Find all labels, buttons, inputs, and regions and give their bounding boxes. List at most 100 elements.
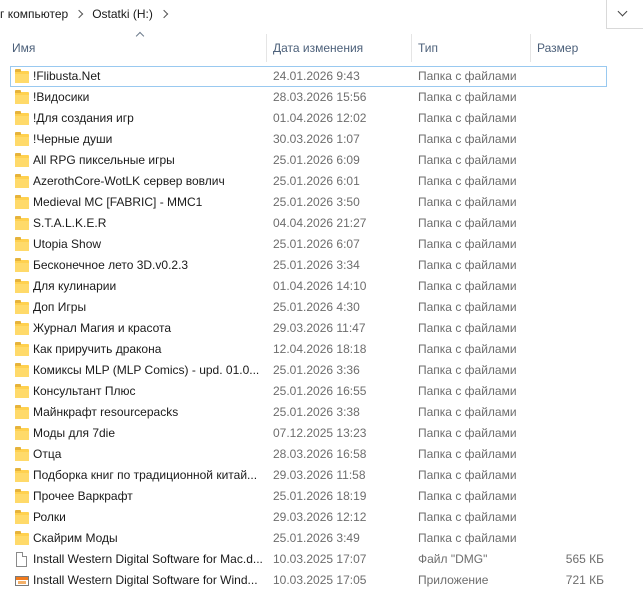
file-name: Отца bbox=[33, 447, 62, 461]
file-row[interactable]: !Для создания игр 01.04.2026 12:02 Папка с… bbox=[10, 108, 607, 129]
column-header-size[interactable]: Размер bbox=[530, 34, 643, 62]
file-type: Папка с файлами bbox=[418, 111, 517, 125]
column-header-row: Имя Дата изменения Тип Размер bbox=[0, 34, 643, 62]
file-name: Medieval MC [FABRIC] - MMC1 bbox=[33, 195, 203, 209]
file-row[interactable]: Майнкрафт resourcepacks 25.01.2026 3:38 Па… bbox=[10, 402, 607, 423]
file-row[interactable]: Как приручить дракона 12.04.2026 18:18 Пап… bbox=[10, 339, 607, 360]
file-name: Install Western Digital Software for Mac… bbox=[33, 552, 263, 566]
file-date-modified: 29.03.2026 11:58 bbox=[273, 468, 366, 482]
file-row[interactable]: !Видосики 28.03.2026 15:56 Папка с файлами bbox=[10, 87, 607, 108]
file-row[interactable]: Utopia Show 25.01.2026 6:07 Папка с файлам… bbox=[10, 234, 607, 255]
file-name: Консультант Плюс bbox=[33, 384, 136, 398]
file-size bbox=[538, 466, 604, 485]
file-row[interactable]: Бесконечное лето 3D.v0.2.3 25.01.2026 3:3… bbox=[10, 255, 607, 276]
folder-icon bbox=[15, 363, 29, 377]
folder-icon bbox=[15, 489, 29, 503]
file-row[interactable]: Подборка книг по традиционной китай... 29… bbox=[10, 465, 607, 486]
file-name: Для кулинарии bbox=[33, 279, 117, 293]
file-date-modified: 29.03.2026 12:12 bbox=[273, 510, 367, 524]
file-type: Файл "DMG" bbox=[418, 552, 488, 566]
folder-icon bbox=[15, 174, 29, 188]
file-date-modified: 04.04.2026 21:27 bbox=[273, 216, 367, 230]
column-header-type[interactable]: Тип bbox=[411, 34, 530, 62]
file-row[interactable]: Доп Игры 25.01.2026 4:30 Папка с файлами bbox=[10, 297, 607, 318]
file-type: Папка с файлами bbox=[418, 153, 517, 167]
file-date-modified: 25.01.2026 18:19 bbox=[273, 489, 367, 503]
file-row[interactable]: Ролки 29.03.2026 12:12 Папка с файлами bbox=[10, 507, 607, 528]
address-history-dropdown[interactable] bbox=[606, 0, 643, 29]
file-size bbox=[538, 487, 604, 506]
file-row[interactable]: AzerothCore-WotLK сервер вовлич 25.01.202… bbox=[10, 171, 607, 192]
file-row[interactable]: Моды для 7die 07.12.2025 13:23 Папка с фай… bbox=[10, 423, 607, 444]
file-name: Utopia Show bbox=[33, 237, 102, 251]
folder-icon bbox=[15, 426, 29, 440]
file-row[interactable]: Журнал Магия и красота 29.03.2026 11:47 Па… bbox=[10, 318, 607, 339]
file-type: Папка с файлами bbox=[418, 468, 517, 482]
file-type: Папка с файлами bbox=[418, 426, 517, 440]
file-size: 565 КБ bbox=[565, 552, 604, 566]
folder-icon bbox=[15, 384, 29, 398]
file-date-modified: 30.03.2026 1:07 bbox=[273, 132, 360, 146]
file-row[interactable]: !Flibusta.Net 24.01.2026 9:43 Папка с файл… bbox=[10, 66, 607, 87]
file-row[interactable]: Консультант Плюс 25.01.2026 16:55 Папка с … bbox=[10, 381, 607, 402]
file-type: Папка с файлами bbox=[418, 447, 517, 461]
file-name: Комиксы MLP (MLP Comics) - upd. 01.0... bbox=[33, 363, 260, 377]
chevron-right-icon[interactable] bbox=[73, 0, 87, 28]
file-row[interactable]: Install Western Digital Software for Win… bbox=[10, 570, 607, 591]
file-name: Моды для 7die bbox=[33, 426, 116, 440]
file-type: Папка с файлами bbox=[418, 69, 517, 83]
file-type: Папка с файлами bbox=[418, 90, 517, 104]
file-size bbox=[538, 424, 604, 443]
column-header-date-label: Дата изменения bbox=[273, 41, 364, 55]
file-row[interactable]: Install Western Digital Software for Mac… bbox=[10, 549, 607, 570]
folder-icon bbox=[15, 195, 29, 209]
file-type: Папка с файлами bbox=[418, 531, 517, 545]
file-name: Скайрим Моды bbox=[33, 531, 118, 545]
file-date-modified: 12.04.2026 18:18 bbox=[273, 342, 367, 356]
column-header-date[interactable]: Дата изменения bbox=[266, 34, 411, 62]
file-row[interactable]: Для кулинарии 01.04.2026 14:10 Папка с фай… bbox=[10, 276, 607, 297]
address-bar[interactable]: г компьютер Ostatki (H:) bbox=[0, 0, 643, 30]
file-size bbox=[538, 193, 604, 212]
file-row[interactable]: !Черные души 30.03.2026 1:07 Папка с файла… bbox=[10, 129, 607, 150]
file-name: !Видосики bbox=[33, 90, 90, 104]
file-row[interactable]: Комиксы MLP (MLP Comics) - upd. 01.0... 2… bbox=[10, 360, 607, 381]
file-row[interactable]: Скайрим Моды 25.01.2026 3:49 Папка с файла… bbox=[10, 528, 607, 549]
file-size bbox=[538, 109, 604, 128]
file-row[interactable]: Medieval MC [FABRIC] - MMC1 25.01.2026 3:… bbox=[10, 192, 607, 213]
file-name: !Flibusta.Net bbox=[33, 69, 101, 83]
file-type: Папка с файлами bbox=[418, 300, 517, 314]
folder-icon bbox=[15, 279, 29, 293]
file-name: Майнкрафт resourcepacks bbox=[33, 405, 179, 419]
breadcrumb-item[interactable]: г компьютер bbox=[0, 7, 73, 21]
folder-icon bbox=[15, 237, 29, 251]
file-row[interactable]: Отца 28.03.2026 16:58 Папка с файлами bbox=[10, 444, 607, 465]
file-date-modified: 24.01.2026 9:43 bbox=[273, 69, 360, 83]
file-type: Папка с файлами bbox=[418, 510, 517, 524]
file-type: Папка с файлами bbox=[418, 132, 517, 146]
file-size bbox=[538, 445, 604, 464]
file-row[interactable]: S.T.A.L.K.E.R 04.04.2026 21:27 Папка с фай… bbox=[10, 213, 607, 234]
file-type: Папка с файлами bbox=[418, 405, 517, 419]
breadcrumb: г компьютер Ostatki (H:) bbox=[0, 0, 600, 28]
file-date-modified: 01.04.2026 12:02 bbox=[273, 111, 367, 125]
column-header-type-label: Тип bbox=[418, 41, 439, 55]
file-type: Папка с файлами bbox=[418, 363, 517, 377]
file-size bbox=[538, 277, 604, 296]
folder-icon bbox=[15, 531, 29, 545]
file-size bbox=[538, 529, 604, 548]
chevron-right-icon[interactable] bbox=[158, 0, 172, 28]
file-row[interactable]: Прочее Варкрафт 25.01.2026 18:19 Папка с ф… bbox=[10, 486, 607, 507]
folder-icon bbox=[15, 153, 29, 167]
file-name: Ролки bbox=[33, 510, 66, 524]
file-date-modified: 25.01.2026 3:49 bbox=[273, 531, 360, 545]
file-size bbox=[538, 508, 604, 527]
application-icon bbox=[15, 576, 29, 586]
folder-icon bbox=[15, 111, 29, 125]
file-row[interactable]: All RPG пиксельные игры 25.01.2026 6:09 Па… bbox=[10, 150, 607, 171]
file-size bbox=[538, 403, 604, 422]
file-size bbox=[538, 151, 604, 170]
column-header-name[interactable]: Имя bbox=[6, 34, 262, 62]
breadcrumb-item[interactable]: Ostatki (H:) bbox=[87, 7, 158, 21]
file-size bbox=[538, 298, 604, 317]
